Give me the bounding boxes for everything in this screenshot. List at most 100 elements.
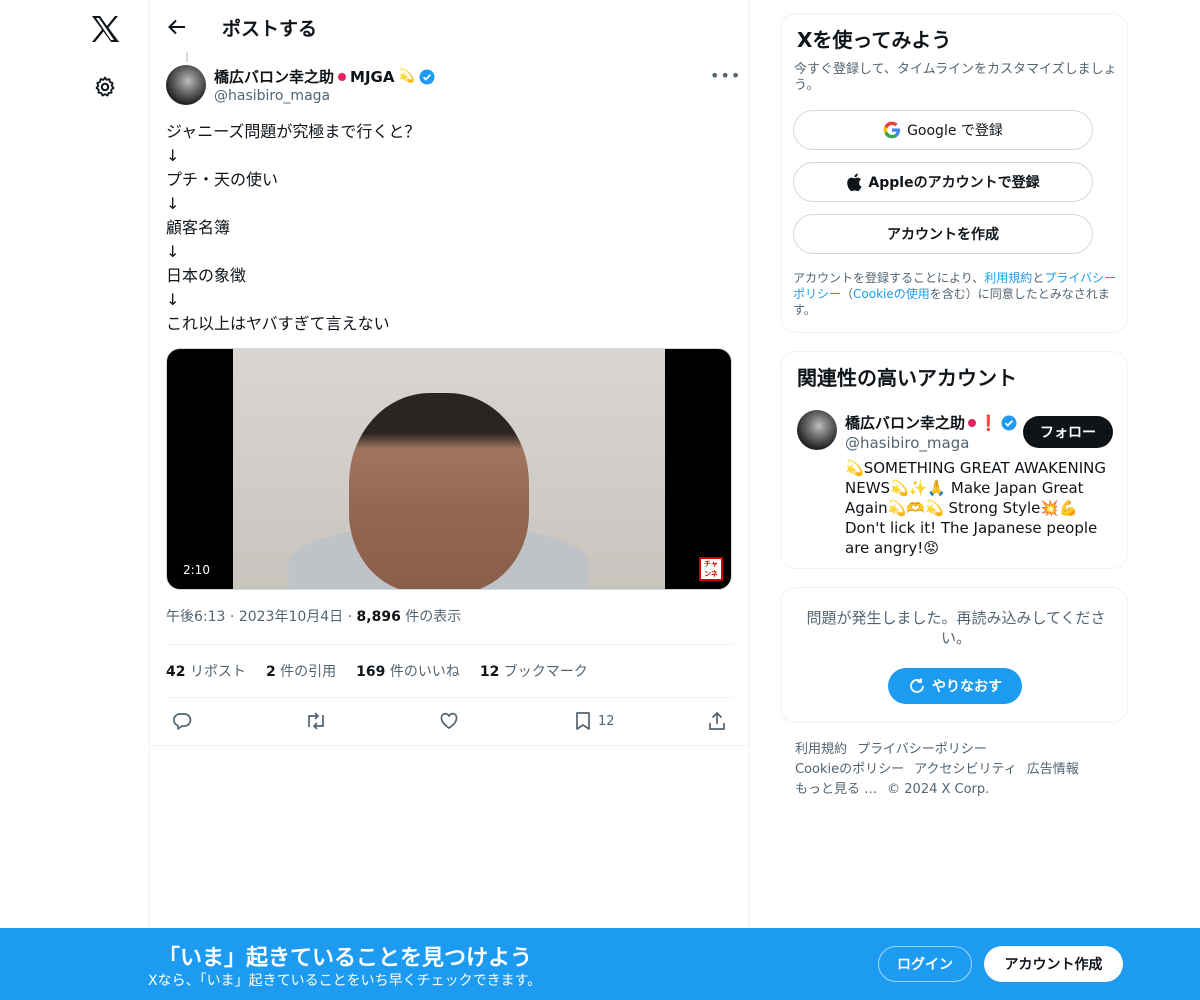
bookmark-icon	[576, 712, 590, 730]
author-handle[interactable]: @hasibiro_maga	[214, 88, 330, 104]
reposts-stat[interactable]: 42 リポスト	[166, 661, 246, 681]
divider	[166, 697, 734, 698]
author-suffix: MJGA	[350, 67, 395, 86]
page-title: ポストする	[222, 17, 318, 40]
related-accounts-title: 関連性の高いアカウント	[797, 366, 1017, 390]
repost-icon	[308, 712, 324, 730]
post-date[interactable]: 2023年10月4日	[239, 609, 343, 625]
post-line: プチ・天の使い	[166, 170, 279, 189]
related-handle[interactable]: @hasibiro_maga	[845, 434, 969, 452]
post-line: ↓	[166, 194, 180, 213]
share-icon	[709, 711, 725, 730]
footer-link[interactable]: 利用規約	[795, 742, 847, 757]
create-account-label: アカウントを作成	[887, 227, 999, 243]
google-signup-label: Google で登録	[907, 123, 1003, 139]
author-name-row[interactable]: 橋広バロン幸之助 MJGA 💫	[214, 66, 435, 87]
terms-text: アカウントを登録することにより、	[793, 271, 985, 285]
divider	[166, 644, 734, 645]
google-signup-button[interactable]: Google で登録	[793, 110, 1093, 150]
avatar[interactable]	[166, 65, 206, 105]
exclamation-icon: ❗	[979, 413, 998, 432]
more-options-icon[interactable]: •••	[710, 66, 740, 86]
post-line: ジャニーズ問題が究極まで行くと？	[166, 122, 421, 141]
channel-logo: チャンネル登録	[699, 557, 723, 581]
footer-link[interactable]: 広告情報	[1027, 762, 1079, 777]
avatar[interactable]	[797, 410, 837, 450]
likes-stat[interactable]: 169 件のいいね	[356, 661, 460, 681]
signup-card-subtitle: 今すぐ登録して、タイムラインをカスタマイズしましょう。	[794, 62, 1117, 93]
japan-flag-icon	[338, 72, 347, 81]
post-line: ↓	[166, 290, 180, 309]
like-button[interactable]	[439, 710, 459, 732]
follow-button[interactable]: フォロー	[1023, 416, 1113, 448]
post-time[interactable]: 午後6:13	[166, 609, 225, 625]
post-line: ↓	[166, 242, 180, 261]
thread-line	[186, 52, 188, 62]
create-account-button[interactable]: アカウントを作成	[793, 214, 1093, 254]
footer-link[interactable]: Cookieのポリシー	[795, 762, 904, 777]
repost-button[interactable]	[305, 710, 327, 732]
x-logo-icon[interactable]	[86, 10, 124, 48]
cookie-link[interactable]: Cookieの使用	[853, 287, 930, 301]
terms-notice: アカウントを登録することにより、利用規約とプライバシーポリシー（Cookieの使…	[793, 270, 1121, 318]
login-button[interactable]: ログイン	[878, 946, 972, 982]
author-name[interactable]: 橋広バロン幸之助	[214, 66, 334, 87]
collision-icon: 💥💪	[1040, 499, 1078, 517]
footer-link[interactable]: もっと見る …	[795, 782, 877, 797]
bio-text: Don't lick it! The Japanese people are a…	[845, 519, 1098, 557]
retry-button[interactable]: やりなおす	[888, 668, 1022, 704]
divider	[150, 745, 750, 746]
post-author: 橋広バロン幸之助 MJGA 💫 @hasibiro_maga •••	[166, 62, 740, 110]
footer-links: 利用規約 プライバシーポリシー Cookieのポリシー アクセシビリティ 広告情報 も…	[795, 740, 1115, 800]
back-arrow-icon[interactable]	[166, 16, 188, 38]
error-message: 問題が発生しました。再読み込みしてください。	[806, 609, 1106, 647]
share-button[interactable]	[707, 710, 727, 732]
reply-button[interactable]	[172, 710, 192, 732]
main-column: ポストする 橋広バロン幸之助 MJGA 💫 @hasibiro_maga •••…	[149, 0, 750, 1000]
signup-card-title: Xを使ってみよう	[797, 28, 952, 52]
video-player[interactable]: 2:10 チャンネル登録	[166, 348, 732, 590]
post-line: これ以上はヤバすぎて言えない	[166, 314, 390, 333]
signup-card: Xを使ってみよう 今すぐ登録して、タイムラインをカスタマイズしましょう。 Goo…	[780, 13, 1128, 333]
bookmark-count: 12	[598, 713, 615, 729]
terms-text: と	[1032, 271, 1045, 285]
terms-link[interactable]: 利用規約	[984, 271, 1032, 285]
post-actions: 12	[166, 706, 734, 736]
apple-signup-button[interactable]: Appleのアカウントで登録	[793, 162, 1093, 202]
sparkle-star-icon: 💫	[398, 69, 415, 84]
google-icon	[883, 121, 901, 139]
footer-link[interactable]: アクセシビリティ	[914, 762, 1017, 777]
error-card: 問題が発生しました。再読み込みしてください。 やりなおす	[780, 587, 1128, 723]
bio-text: Strong Style	[948, 499, 1041, 517]
terms-text: （	[841, 287, 854, 301]
retry-label: やりなおす	[932, 679, 1002, 695]
bookmark-button[interactable]: 12	[574, 710, 615, 732]
apple-signup-label: Appleのアカウントで登録	[868, 175, 1040, 191]
left-nav	[0, 0, 150, 1000]
page-header: ポストする	[150, 0, 749, 54]
gear-icon[interactable]	[88, 70, 122, 104]
related-name-row[interactable]: 橋広バロン幸之助 ❗	[845, 412, 1017, 433]
post-stats: 42 リポスト 2 件の引用 169 件のいいね 12 ブックマーク	[166, 658, 588, 684]
japan-flag-icon	[968, 418, 977, 427]
banner-title: 「いま」起きていることを見つけよう	[158, 946, 533, 971]
video-duration: 2:10	[177, 561, 216, 579]
quotes-stat[interactable]: 2 件の引用	[266, 661, 336, 681]
refresh-icon	[910, 678, 924, 693]
post-text: ジャニーズ問題が究極まで行くと？ ↓ プチ・天の使い ↓ 顧客名簿 ↓ 日本の象…	[166, 120, 726, 336]
footer-link[interactable]: プライバシーポリシー	[857, 742, 987, 757]
related-bio: 💫SOMETHING GREAT AWAKENING NEWS💫✨🙏 Make …	[845, 458, 1115, 558]
sparkle-star-icon: 💫	[845, 459, 864, 477]
like-icon	[440, 712, 458, 729]
banner-subtitle: Xなら、「いま」起きていることをいち早くチェックできます。	[148, 973, 542, 989]
angry-face-icon: 😡	[923, 539, 939, 557]
post-line: 顧客名簿	[166, 218, 231, 237]
sparkle-star-icon: 💫✨🙏	[890, 479, 947, 497]
sparkle-star-icon: 💫🫶💫	[887, 499, 944, 517]
view-count: 8,896	[356, 609, 401, 625]
signup-button[interactable]: アカウント作成	[984, 946, 1123, 982]
reply-icon	[173, 713, 192, 730]
bookmarks-stat[interactable]: 12 ブックマーク	[480, 661, 588, 681]
copyright: © 2024 X Corp.	[887, 782, 990, 797]
related-name[interactable]: 橋広バロン幸之助	[845, 412, 965, 433]
